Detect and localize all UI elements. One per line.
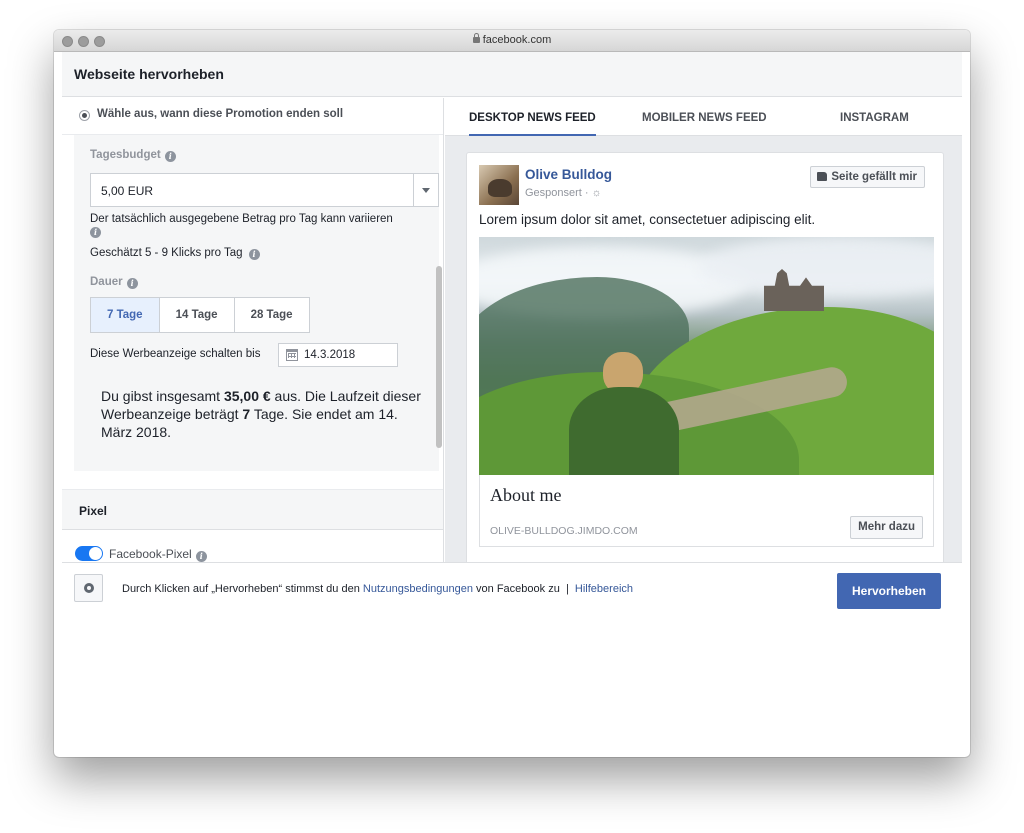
spend-summary: Du gibst insgesamt 35,00 € aus. Die Lauf… xyxy=(101,387,421,441)
ad-domain: OLIVE-BULLDOG.JIMDO.COM xyxy=(490,525,638,537)
pixel-section-header: Pixel xyxy=(62,489,443,530)
tab-mobile-news-feed[interactable]: MOBILER NEWS FEED xyxy=(642,98,767,136)
calendar-icon xyxy=(286,349,298,361)
info-icon[interactable]: i xyxy=(164,151,176,162)
globe-icon: ☼ xyxy=(591,187,602,199)
duration-7-days[interactable]: 7 Tage xyxy=(91,298,160,332)
end-date-option-label: Wähle aus, wann diese Promotion enden so… xyxy=(97,108,344,120)
sponsored-text: Gesponsert · xyxy=(525,187,592,199)
click-estimate: Geschätzt 5 - 9 Klicks pro Tag i xyxy=(90,247,260,260)
gear-icon xyxy=(84,583,94,593)
info-icon[interactable]: i xyxy=(195,551,207,562)
budget-note: Der tatsächlich ausgegebene Betrag pro T… xyxy=(90,213,430,238)
run-until-label: Diese Werbeanzeige schalten bis xyxy=(90,348,261,360)
dialog-footer: Durch Klicken auf „Hervorheben“ stimmst … xyxy=(62,562,962,757)
duration-14-days[interactable]: 14 Tage xyxy=(160,298,235,332)
info-icon[interactable]: i xyxy=(126,278,138,289)
end-date-option[interactable]: Wähle aus, wann diese Promotion enden so… xyxy=(62,98,443,135)
budget-note-text: Der tatsächlich ausgegebene Betrag pro T… xyxy=(90,213,393,225)
terms-notice: Durch Klicken auf „Hervorheben“ stimmst … xyxy=(122,583,633,595)
radio-selected-icon[interactable] xyxy=(79,110,90,121)
help-center-link[interactable]: Hilfebereich xyxy=(575,583,633,595)
budget-label: Tagesbudget i xyxy=(90,149,176,162)
page-avatar[interactable] xyxy=(479,165,519,205)
promote-button[interactable]: Hervorheben xyxy=(837,573,941,609)
duration-28-days[interactable]: 28 Tage xyxy=(235,298,309,332)
like-page-label: Seite gefällt mir xyxy=(831,171,917,183)
ad-image[interactable] xyxy=(479,237,934,475)
duration-selector: 7 Tage 14 Tage 28 Tage xyxy=(90,297,310,333)
lock-icon xyxy=(472,33,480,43)
duration-label-text: Dauer xyxy=(90,276,123,288)
budget-section: Tagesbudget i 5,00 EUR Der tatsächlich au… xyxy=(74,135,439,471)
pixel-title: Pixel xyxy=(79,504,108,518)
summary-amount: 35,00 € xyxy=(223,388,271,404)
budget-value: 5,00 EUR xyxy=(101,184,154,198)
budget-select[interactable]: 5,00 EUR xyxy=(90,173,439,207)
dialog-header: Webseite hervorheben xyxy=(62,52,962,97)
click-estimate-text: Geschätzt 5 - 9 Klicks pro Tag xyxy=(90,247,243,259)
ad-preview-card: Olive Bulldog Gesponsert · ☼ Seite gefäl… xyxy=(466,152,944,562)
info-icon[interactable]: i xyxy=(90,227,101,238)
chevron-down-icon[interactable] xyxy=(413,174,438,206)
like-page-button[interactable]: Seite gefällt mir xyxy=(810,166,925,188)
post-text: Lorem ipsum dolor sit amet, consectetuer… xyxy=(479,212,816,227)
ad-link-footer[interactable]: About me OLIVE-BULLDOG.JIMDO.COM Mehr da… xyxy=(479,475,934,547)
end-date-value: 14.3.2018 xyxy=(304,349,356,361)
tab-desktop-news-feed[interactable]: DESKTOP NEWS FEED xyxy=(469,98,596,136)
browser-window: facebook.com Webseite hervorheben Wähle … xyxy=(54,30,970,757)
duration-label: Dauer i xyxy=(90,276,138,289)
promote-dialog: Webseite hervorheben Wähle aus, wann die… xyxy=(62,52,962,757)
settings-pane: Wähle aus, wann diese Promotion enden so… xyxy=(62,98,444,562)
sponsored-label: Gesponsert · ☼ xyxy=(525,187,602,199)
image-person xyxy=(569,352,679,475)
separator: | xyxy=(559,583,575,595)
page-name[interactable]: Olive Bulldog xyxy=(525,167,612,182)
terms-text: von Facebook zu xyxy=(472,583,560,595)
budget-label-text: Tagesbudget xyxy=(90,149,161,161)
placement-tabs: DESKTOP NEWS FEED MOBILER NEWS FEED INST… xyxy=(445,98,962,136)
facebook-pixel-toggle[interactable] xyxy=(75,546,103,561)
thumbs-up-icon xyxy=(817,172,828,181)
facebook-pixel-label-text: Facebook-Pixel xyxy=(109,547,192,561)
end-date-field[interactable]: 14.3.2018 xyxy=(278,343,398,367)
scrollbar[interactable] xyxy=(436,266,442,448)
url-text: facebook.com xyxy=(482,34,552,46)
facebook-pixel-label: Facebook-Pixel i xyxy=(109,547,207,562)
summary-text: Du gibst insgesamt xyxy=(101,388,224,404)
titlebar: facebook.com xyxy=(54,30,970,52)
terms-link[interactable]: Nutzungsbedingungen xyxy=(363,583,473,595)
settings-button[interactable] xyxy=(74,574,103,602)
dialog-title: Webseite hervorheben xyxy=(74,66,224,82)
tab-instagram[interactable]: INSTAGRAM xyxy=(840,98,909,136)
terms-text: Durch Klicken auf „Hervorheben“ stimmst … xyxy=(122,583,363,595)
ad-headline: About me xyxy=(490,485,562,505)
info-icon[interactable]: i xyxy=(248,249,260,260)
learn-more-button[interactable]: Mehr dazu xyxy=(850,516,923,539)
ad-preview-pane: DESKTOP NEWS FEED MOBILER NEWS FEED INST… xyxy=(445,98,962,562)
image-person-body xyxy=(569,387,679,475)
address-bar[interactable]: facebook.com xyxy=(54,33,970,46)
